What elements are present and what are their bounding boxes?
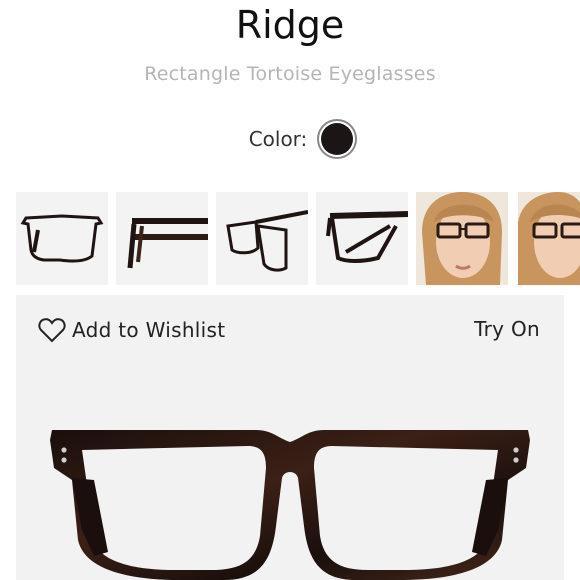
product-viewer: Add to Wishlist Try On: [16, 295, 564, 580]
color-swatch-selected[interactable]: [317, 119, 358, 159]
product-subtitle: Rectangle Tortoise Eyeglasses: [144, 63, 436, 85]
glasses-main-image: [50, 430, 530, 580]
glasses-three-quarter-icon: [326, 211, 408, 263]
thumbnail-three-quarter[interactable]: [316, 192, 408, 285]
thumbnail-model-1[interactable]: [416, 192, 508, 285]
try-on-button[interactable]: Try On: [474, 317, 540, 341]
color-label: Color:: [248, 127, 308, 151]
thumbnail-strip: [16, 192, 580, 285]
thumbnail-side[interactable]: [116, 192, 208, 285]
glasses-side-icon: [127, 218, 208, 269]
thumbnail-model-2[interactable]: [518, 192, 580, 285]
heart-outline-icon: [38, 318, 66, 343]
wishlist-label: Add to Wishlist: [72, 318, 226, 342]
glasses-front-icon: [20, 214, 104, 263]
model-photo-icon: [416, 192, 508, 285]
color-selector: Color:: [0, 119, 580, 159]
model-photo-icon: [518, 192, 580, 285]
color-swatch-tortoise[interactable]: [321, 123, 354, 155]
thumbnail-front[interactable]: [16, 192, 108, 285]
product-title: Ridge: [235, 3, 345, 47]
add-to-wishlist-button[interactable]: Add to Wishlist: [38, 317, 225, 343]
thumbnail-angle[interactable]: [216, 192, 308, 285]
glasses-angle-icon: [226, 210, 308, 272]
